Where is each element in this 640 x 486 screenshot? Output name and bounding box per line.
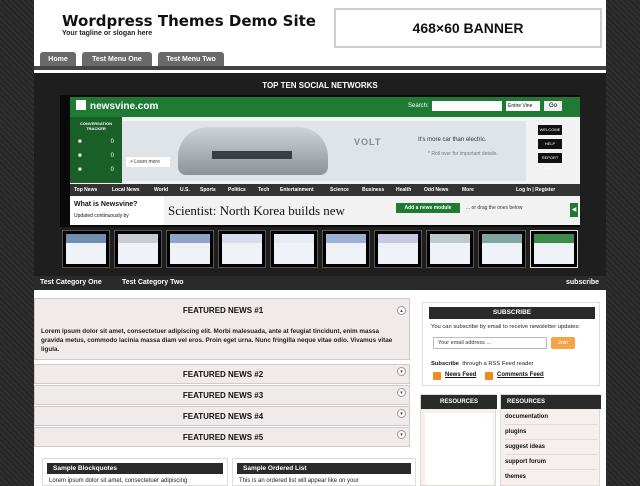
subscribe-widget: SUBSCRIBE You can subscribe by email to … — [422, 302, 600, 386]
volt-ad: > Learn more VOLT It's more car than ele… — [122, 121, 526, 181]
site-title[interactable]: Wordpress Themes Demo Site — [62, 12, 316, 30]
report-bug-button: REPORT BUG — [538, 153, 562, 170]
newsvine-menu: Top News Local News World U.S. Sports Po… — [70, 184, 580, 196]
blockquotes-title: Sample Blockquotes — [47, 463, 223, 474]
ordered-list-box: Sample Ordered List This is an ordered l… — [232, 458, 416, 486]
expand-icon[interactable]: ▾ — [397, 367, 406, 376]
featured-news-panel[interactable]: FEATURED NEWS #5 ▾ — [34, 427, 410, 447]
comments-feed-link[interactable]: Comments Feed — [497, 372, 544, 378]
featured-gallery: TOP TEN SOCIAL NETWORKS newsvine.com Sea… — [34, 73, 606, 276]
newsvine-topbar: newsvine.com Search: Entire Vine Go — [70, 97, 580, 117]
expand-icon[interactable]: ▾ — [397, 409, 406, 418]
resources-widget-left: RESOURCES — [420, 394, 497, 486]
nav-tab-home[interactable]: Home — [40, 52, 76, 66]
add-news-module-button: Add a news module — [396, 203, 460, 213]
gallery-thumbnail[interactable] — [218, 230, 266, 268]
tracker-stat: ■ 0 — [78, 167, 114, 173]
ad-subtext: * Roll over for important details. — [428, 151, 498, 157]
expand-icon[interactable]: ▾ — [397, 388, 406, 397]
featured-news-panel[interactable]: FEATURED NEWS #3 ▾ — [34, 385, 410, 405]
gallery-thumbnail[interactable] — [478, 230, 526, 268]
category-link[interactable]: Test Category One — [40, 279, 102, 286]
gallery-thumbnails — [60, 230, 580, 268]
newsvine-search-label: Search: — [408, 103, 429, 109]
gallery-thumbnail[interactable] — [166, 230, 214, 268]
ordered-list-title: Sample Ordered List — [237, 463, 411, 474]
drag-hint: ... or drag the ones below — [466, 205, 523, 211]
subscribe-description: You can subscribe by email to receive ne… — [431, 324, 580, 330]
site-header: Wordpress Themes Demo Site Your tagline … — [34, 0, 606, 52]
resources-left-body — [425, 413, 493, 485]
welcome-button: WELCOME — [538, 125, 562, 135]
email-field[interactable]: Your email address ... — [433, 337, 547, 349]
blockquotes-box: Sample Blockquotes Lorem ipsum dolor sit… — [42, 458, 228, 486]
newsvine-screenshot: newsvine.com Search: Entire Vine Go CONV… — [70, 97, 580, 225]
featured-news-title[interactable]: FEATURED NEWS #3 — [35, 391, 411, 400]
subscribe-title: SUBSCRIBE — [429, 307, 595, 319]
ad-text: It's more car than electric. — [418, 137, 487, 143]
tracker-stat: ■ 0 — [78, 139, 114, 145]
join-button[interactable]: Join — [551, 337, 575, 349]
resources-title: RESOURCES — [421, 395, 497, 409]
gallery-thumbnail[interactable] — [62, 230, 110, 268]
featured-news-panel[interactable]: FEATURED NEWS #1 ▴ Lorem ipsum dolor sit… — [34, 298, 410, 360]
featured-news-title[interactable]: FEATURED NEWS #2 — [35, 370, 411, 379]
subscribe-link[interactable]: subscribe — [566, 279, 599, 286]
gallery-thumbnail[interactable] — [426, 230, 474, 268]
car-grille — [212, 151, 292, 159]
learn-more-button: > Learn more — [126, 157, 170, 167]
gallery-thumbnail[interactable] — [530, 230, 578, 268]
resource-link-support-forum[interactable]: support forum — [505, 455, 597, 470]
featured-news-title[interactable]: FEATURED NEWS #5 — [35, 433, 411, 442]
ordered-list-text: This is an ordered list will appear like… — [239, 478, 359, 484]
what-is-newsvine: What is Newsvine? Updated continuously b… — [70, 197, 164, 225]
help-button: HELP — [538, 139, 562, 149]
site-tagline: Your tagline or slogan here — [62, 30, 153, 37]
rss-intro: Subscribe through a RSS Feed reader — [431, 361, 534, 367]
category-link[interactable]: Test Category Two — [122, 279, 184, 286]
expand-icon[interactable]: ▾ — [397, 430, 406, 439]
gallery-thumbnail[interactable] — [374, 230, 422, 268]
featured-news-body: Lorem ipsum dolor sit amet, consectetuer… — [41, 328, 393, 353]
newsvine-tracker: CONVERSATION TRACKER ■ 0 ■ 0 ■ 0 — [70, 117, 122, 183]
gallery-thumbnail[interactable] — [322, 230, 370, 268]
resources-widget-right: RESOURCES documentation plugins suggest … — [500, 394, 601, 486]
resources-title: RESOURCES — [501, 395, 601, 409]
volt-logo: VOLT — [354, 137, 382, 147]
resource-link-plugins[interactable]: plugins — [505, 425, 597, 440]
rss-icon — [433, 372, 441, 380]
header-banner[interactable]: 468×60 BANNER — [334, 8, 602, 48]
newsvine-search-input — [432, 101, 502, 111]
tracker-label: CONVERSATION TRACKER — [80, 121, 112, 131]
featured-news-panel[interactable]: FEATURED NEWS #4 ▾ — [34, 406, 410, 426]
featured-news-title[interactable]: FEATURED NEWS #1 — [35, 306, 411, 315]
gallery-thumbnail[interactable] — [114, 230, 162, 268]
newsvine-headline: Scientist: North Korea builds new — [168, 203, 345, 218]
page: Wordpress Themes Demo Site Your tagline … — [34, 0, 606, 486]
category-bar: Test Category One Test Category Two subs… — [34, 276, 606, 290]
collapse-icon[interactable]: ▴ — [397, 306, 406, 315]
newsvine-logo: newsvine.com — [76, 100, 158, 112]
main-nav: Home Test Menu One Test Menu Two — [34, 52, 606, 70]
resource-link-themes[interactable]: themes — [505, 470, 597, 485]
resource-link-suggest-ideas[interactable]: suggest ideas — [505, 440, 597, 455]
featured-news-panel[interactable]: FEATURED NEWS #2 ▾ — [34, 364, 410, 384]
chevron-left-icon: ◀ — [570, 203, 578, 217]
blockquotes-text: Lorem ipsum dolor sit amet, consectetuer… — [49, 478, 188, 484]
gallery-thumbnail[interactable] — [270, 230, 318, 268]
gallery-main-slide[interactable]: newsvine.com Search: Entire Vine Go CONV… — [60, 95, 580, 227]
resource-link-documentation[interactable]: documentation — [505, 410, 597, 425]
nav-tab-test-menu-one[interactable]: Test Menu One — [82, 52, 152, 66]
rss-icon — [485, 372, 493, 380]
news-feed-link[interactable]: News Feed — [445, 372, 476, 378]
featured-news-title[interactable]: FEATURED NEWS #4 — [35, 412, 411, 421]
tracker-stat: ■ 0 — [78, 153, 114, 159]
newsvine-search-select: Entire Vine — [506, 101, 540, 111]
newsvine-right-buttons: WELCOME HELP REPORT BUG — [530, 121, 580, 181]
newsvine-go-button: Go — [544, 101, 562, 111]
nav-tab-test-menu-two[interactable]: Test Menu Two — [158, 52, 224, 66]
gallery-title: TOP TEN SOCIAL NETWORKS — [262, 81, 378, 90]
